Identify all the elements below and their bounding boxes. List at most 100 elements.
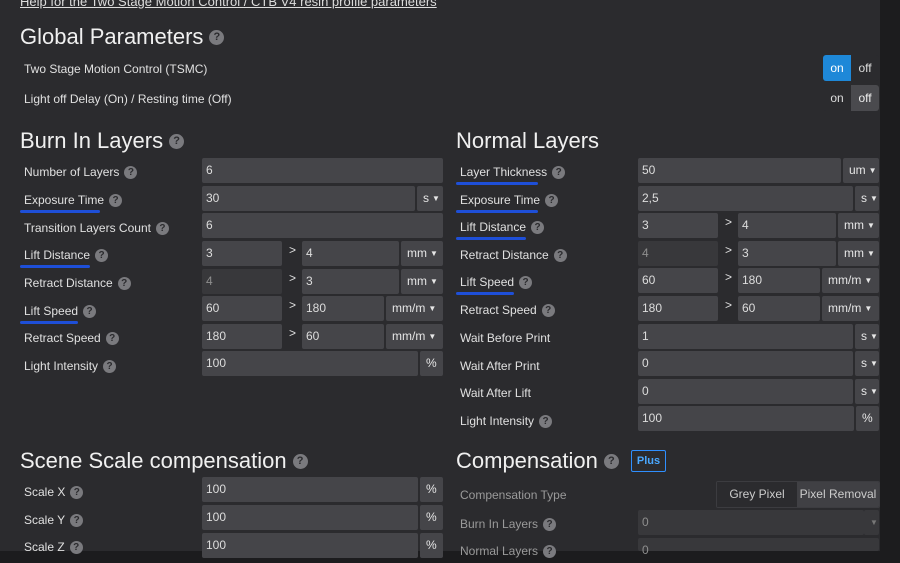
help-icon[interactable]: ? [169, 133, 185, 149]
normal-retract-distance-second-input[interactable]: 3 [738, 241, 836, 266]
scale-y-input[interactable]: 100 [202, 505, 418, 530]
scale-z-input[interactable]: 100 [202, 533, 418, 558]
label-text: Scale Z [24, 540, 65, 554]
normal-lift-distance-second-input[interactable]: 4 [738, 213, 836, 238]
normal-exposure-time-input[interactable]: 2,5 [638, 186, 853, 211]
normal-layer-thickness-unit-select[interactable]: um ▼ [843, 158, 879, 183]
help-icon[interactable]: ? [209, 29, 225, 45]
scale-x-label: Scale X ? [24, 485, 84, 499]
chevron-down-icon: ▼ [432, 194, 440, 204]
normal-wait-after-print-input[interactable]: 0 [638, 351, 853, 376]
normal-retract-speed-first-input[interactable]: 180 [638, 296, 718, 321]
burn-retract-speed-first-input[interactable]: 180 [202, 324, 282, 349]
burn-retract-speed-unit-select[interactable]: mm/m ▼ [386, 324, 443, 349]
unit-text: mm/m [828, 301, 862, 315]
normal-wait-after-lift-input[interactable]: 0 [638, 379, 853, 404]
help-icon[interactable]: ? [519, 275, 533, 289]
burn-lift-distance-first-input[interactable]: 3 [202, 241, 282, 266]
unit-text: mm [407, 246, 427, 260]
burn-lift-speed-first-input[interactable]: 60 [202, 296, 282, 321]
normal-light-intensity-input[interactable]: 100 [638, 406, 854, 431]
help-icon[interactable]: ? [103, 359, 117, 373]
compensation-type-label: Compensation Type [460, 488, 567, 502]
help-icon[interactable]: ? [124, 165, 138, 179]
chevron-down-icon: ▼ [864, 276, 873, 286]
help-icon[interactable]: ? [105, 331, 119, 345]
burn-retract-speed-second-input[interactable]: 60 [302, 324, 384, 349]
normal-retract-speed-second-input[interactable]: 60 [738, 296, 820, 321]
compensation-type-selector[interactable]: Grey Pixel Pixel Removal [716, 481, 880, 508]
tsmc-label: Two Stage Motion Control (TSMC) [24, 62, 208, 76]
help-icon[interactable]: ? [539, 414, 553, 428]
grey-pixel-option[interactable]: Grey Pixel [717, 482, 797, 507]
burn-retract-distance-first-input: 4 [202, 269, 282, 294]
help-icon[interactable]: ? [552, 165, 566, 179]
burn-light-intensity-input[interactable]: 100 [202, 351, 418, 376]
burn-transition-layers-input[interactable]: 6 [202, 213, 443, 238]
plus-badge[interactable]: Plus [630, 450, 667, 472]
help-icon[interactable]: ? [70, 485, 84, 499]
normal-layer-thickness-label: Layer Thickness ? [460, 165, 566, 179]
light-off-off-option[interactable]: off [851, 85, 879, 111]
normal-lift-distance-first-input[interactable]: 3 [638, 213, 718, 238]
unit-text: mm [844, 218, 864, 232]
help-icon[interactable]: ? [292, 453, 308, 469]
normal-lift-speed-second-input[interactable]: 180 [738, 268, 820, 293]
help-icon: ? [543, 544, 557, 558]
chevron-down-icon: ▼ [870, 359, 878, 369]
burn-retract-distance-second-input[interactable]: 3 [302, 269, 399, 294]
normal-lift-distance-unit-select[interactable]: mm ▼ [838, 213, 879, 238]
help-icon[interactable]: ? [83, 304, 97, 318]
scale-x-input[interactable]: 100 [202, 477, 418, 502]
normal-wait-after-lift-unit-select[interactable]: s ▼ [855, 379, 879, 404]
normal-lift-speed-first-input[interactable]: 60 [638, 268, 718, 293]
normal-exposure-time-unit-select[interactable]: s ▼ [855, 186, 879, 211]
label-text: Retract Speed [24, 331, 101, 345]
tsmc-off-option[interactable]: off [851, 55, 879, 81]
label-text: Exposure Time [460, 193, 541, 207]
burn-lift-distance-second-input[interactable]: 4 [302, 241, 399, 266]
help-icon[interactable]: ? [117, 276, 131, 290]
help-icon[interactable]: ? [69, 540, 83, 554]
label-text: Layer Thickness [460, 165, 548, 179]
tsmc-toggle[interactable]: on off [823, 55, 879, 81]
help-link[interactable]: Help for the Two Stage Motion Control / … [20, 0, 437, 9]
help-icon[interactable]: ? [553, 248, 567, 262]
normal-layer-thickness-input[interactable]: 50 [638, 158, 841, 183]
tsmc-on-option[interactable]: on [823, 55, 851, 81]
label-text: Exposure Time [24, 193, 105, 207]
normal-wait-before-print-label: Wait Before Print [460, 331, 551, 345]
normal-retract-distance-unit-select[interactable]: mm ▼ [838, 241, 879, 266]
normal-wait-before-print-input[interactable]: 1 [638, 324, 853, 349]
burn-lift-distance-unit-select[interactable]: mm ▼ [401, 241, 443, 266]
light-off-on-option[interactable]: on [823, 85, 851, 111]
help-icon[interactable]: ? [603, 453, 619, 469]
help-icon[interactable]: ? [155, 221, 169, 235]
unit-text: s [861, 384, 867, 398]
normal-retract-speed-unit-select[interactable]: mm/m ▼ [822, 296, 879, 321]
chevron-down-icon: ▼ [870, 194, 878, 204]
help-icon[interactable]: ? [70, 513, 84, 527]
help-icon[interactable]: ? [531, 220, 545, 234]
burn-light-intensity-unit: % [420, 351, 443, 376]
burn-exposure-time-input[interactable]: 30 [202, 186, 415, 211]
normal-layers-heading: Normal Layers [456, 128, 600, 153]
burn-retract-distance-label: Retract Distance ? [24, 276, 131, 290]
normal-wait-before-print-unit-select[interactable]: s ▼ [855, 324, 879, 349]
light-off-toggle[interactable]: on off [823, 85, 879, 111]
scene-scale-title: Scene Scale compensation ? [20, 448, 308, 474]
help-icon[interactable]: ? [545, 193, 559, 207]
burn-lift-speed-unit-select[interactable]: mm/m ▼ [386, 296, 443, 321]
help-icon[interactable]: ? [95, 248, 109, 262]
burn-lift-speed-second-input[interactable]: 180 [302, 296, 384, 321]
burn-exposure-time-unit-select[interactable]: s ▼ [417, 186, 443, 211]
normal-lift-speed-unit-select[interactable]: mm/m ▼ [822, 268, 879, 293]
unit-text: s [861, 191, 867, 205]
burn-retract-distance-unit-select[interactable]: mm ▼ [401, 269, 443, 294]
help-icon[interactable]: ? [541, 303, 555, 317]
global-parameters-title: Global Parameters ? [20, 24, 225, 50]
burn-number-of-layers-input[interactable]: 6 [202, 158, 443, 183]
normal-wait-after-print-unit-select[interactable]: s ▼ [855, 351, 879, 376]
pixel-removal-option[interactable]: Pixel Removal [797, 482, 879, 507]
help-icon[interactable]: ? [109, 193, 123, 207]
